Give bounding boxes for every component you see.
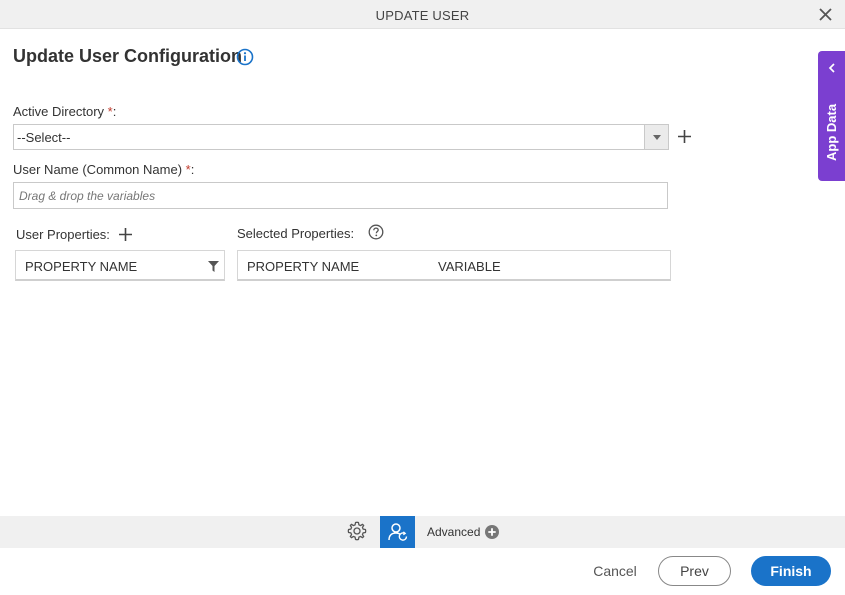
- filter-icon[interactable]: [208, 261, 219, 272]
- user-properties-grid-header: PROPERTY NAME: [15, 250, 225, 281]
- dialog-titlebar: UPDATE USER: [0, 0, 845, 29]
- dialog-title: UPDATE USER: [375, 8, 470, 23]
- finish-button[interactable]: Finish: [751, 556, 831, 586]
- user-sync-icon: [388, 523, 408, 541]
- add-user-property-plus-icon[interactable]: [118, 227, 133, 242]
- active-directory-label: Active Directory *:: [13, 104, 116, 119]
- selected-properties-grid-header: PROPERTY NAME VARIABLE: [237, 250, 671, 281]
- active-directory-label-text: Active Directory: [13, 104, 105, 119]
- gear-icon[interactable]: [346, 520, 368, 542]
- info-icon[interactable]: [236, 48, 254, 66]
- question-circle-icon[interactable]: [368, 224, 384, 240]
- active-directory-select[interactable]: --Select--: [13, 124, 669, 150]
- close-icon[interactable]: [818, 7, 833, 22]
- user-name-input[interactable]: [13, 182, 668, 209]
- property-name-column-header: PROPERTY NAME: [25, 259, 138, 274]
- user-name-label-text: User Name (Common Name): [13, 162, 183, 177]
- cancel-button[interactable]: Cancel: [583, 556, 647, 586]
- label-colon: :: [190, 162, 195, 177]
- advanced-label[interactable]: Advanced: [427, 525, 480, 539]
- app-data-panel-tab[interactable]: App Data: [818, 51, 845, 181]
- variable-column-header: VARIABLE: [438, 259, 501, 274]
- selected-properties-label: Selected Properties:: [237, 226, 355, 241]
- prev-button[interactable]: Prev: [658, 556, 731, 586]
- user-properties-label: User Properties:: [16, 227, 110, 242]
- add-active-directory-plus-icon[interactable]: [677, 129, 692, 144]
- label-colon: :: [112, 104, 117, 119]
- selected-property-name-column-header: PROPERTY NAME: [247, 259, 360, 274]
- user-name-label: User Name (Common Name) *:: [13, 162, 194, 177]
- page-title: Update User Configuration: [13, 46, 243, 66]
- chevron-left-icon: [828, 63, 835, 73]
- app-data-label: App Data: [824, 103, 839, 161]
- user-configuration-button[interactable]: [380, 516, 415, 548]
- plus-circle-icon[interactable]: [485, 525, 499, 539]
- dropdown-arrow-icon[interactable]: [644, 125, 668, 149]
- bottom-toolbar: Advanced: [0, 516, 845, 548]
- active-directory-selected-value: --Select--: [17, 130, 71, 145]
